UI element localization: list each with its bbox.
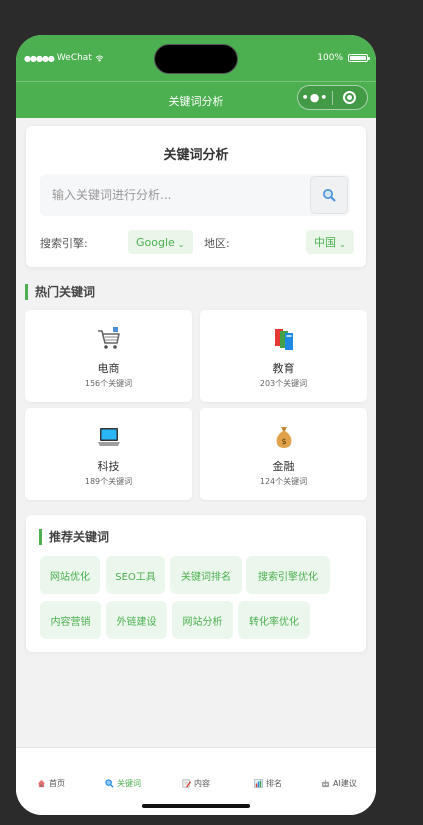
category-name: 金融	[272, 460, 295, 473]
region-label: 地区:	[204, 237, 230, 250]
hot-section-title: 热门关键词	[25, 284, 95, 300]
home-indicator[interactable]	[142, 804, 250, 808]
robot-icon	[321, 779, 330, 787]
category-name: 教育	[272, 362, 295, 375]
region-value: 中国	[314, 236, 336, 249]
engine-value: Google	[136, 235, 175, 249]
category-card-education[interactable]: 教育 203个关键词	[200, 310, 367, 402]
engine-label: 搜索引擎:	[40, 237, 88, 250]
target-close-icon[interactable]	[333, 91, 367, 104]
header-divider	[16, 81, 376, 82]
category-card-finance[interactable]: $ 金融 124个关键词	[200, 408, 367, 500]
category-count: 203个关键词	[259, 379, 308, 388]
tab-content[interactable]: 内容	[182, 776, 210, 790]
filter-row: 搜索引擎: Google ⌄ 地区: 中国 ⌄	[40, 230, 354, 254]
carrier-info: ●●●●● WeChat	[24, 53, 104, 63]
category-count: 124个关键词	[259, 477, 308, 486]
category-name: 电商	[97, 362, 120, 375]
phone-frame: ●●●●● WeChat 100% 关键词分析 •●• 关键词分析 输入关键词进…	[16, 35, 376, 815]
category-count: 156个关键词	[84, 379, 133, 388]
house-icon	[37, 779, 46, 787]
memo-icon	[182, 779, 191, 787]
more-dots-icon[interactable]: •●•	[298, 91, 332, 104]
chevron-down-icon: ⌄	[177, 239, 185, 249]
tab-label: 内容	[194, 778, 210, 788]
money-bag-icon: $	[200, 424, 367, 450]
keyword-tag[interactable]: SEO工具	[106, 556, 165, 594]
keyword-tag[interactable]: 搜索引擎优化	[246, 556, 330, 594]
search-box	[40, 174, 350, 216]
page-title: 关键词分析	[163, 148, 229, 163]
top-bar: ●●●●● WeChat 100% 关键词分析 •●•	[16, 35, 376, 118]
keyword-tag[interactable]: 外链建设	[106, 601, 167, 639]
tab-label: 关键词	[117, 778, 141, 788]
carrier-name: WeChat	[56, 53, 92, 63]
engine-select[interactable]: Google ⌄	[128, 230, 193, 254]
tab-ai-advice[interactable]: AI建议	[321, 776, 357, 790]
laptop-icon	[25, 424, 192, 450]
keyword-tag[interactable]: 关键词排名	[170, 556, 242, 594]
shopping-cart-icon	[25, 326, 192, 352]
battery-icon	[348, 54, 370, 62]
keyword-tag[interactable]: 转化率优化	[238, 601, 310, 639]
chevron-down-icon: ⌄	[339, 239, 346, 249]
search-input[interactable]	[52, 174, 307, 216]
tab-label: AI建议	[333, 778, 357, 788]
tab-label: 首页	[49, 778, 65, 788]
search-icon	[105, 778, 114, 788]
battery-info: 100%	[317, 53, 370, 63]
keyword-tag[interactable]: 网站优化	[40, 556, 100, 594]
status-bar: ●●●●● WeChat 100%	[16, 35, 376, 81]
tab-keywords[interactable]: 关键词	[105, 776, 141, 790]
keyword-tag[interactable]: 内容营销	[40, 601, 101, 639]
miniprogram-capsule: •●•	[297, 85, 368, 110]
keyword-tag[interactable]: 网站分析	[172, 601, 233, 639]
svg-text:$: $	[281, 437, 286, 446]
signal-dots-icon: ●●●●●	[24, 53, 55, 63]
wifi-icon	[95, 54, 104, 62]
books-icon	[200, 326, 367, 352]
tab-label: 排名	[266, 778, 282, 788]
magnifier-icon	[323, 189, 336, 202]
camera-notch	[154, 44, 238, 74]
battery-percent: 100%	[317, 53, 343, 63]
region-select[interactable]: 中国 ⌄	[306, 230, 354, 254]
category-card-ecommerce[interactable]: 电商 156个关键词	[25, 310, 192, 402]
tab-home[interactable]: 首页	[37, 776, 65, 790]
category-name: 科技	[97, 460, 120, 473]
search-button[interactable]	[310, 176, 348, 214]
bar-chart-icon	[254, 778, 263, 788]
recommended-section-title: 推荐关键词	[39, 529, 109, 545]
tab-ranking[interactable]: 排名	[254, 776, 282, 790]
category-card-technology[interactable]: 科技 189个关键词	[25, 408, 192, 500]
category-count: 189个关键词	[84, 477, 133, 486]
